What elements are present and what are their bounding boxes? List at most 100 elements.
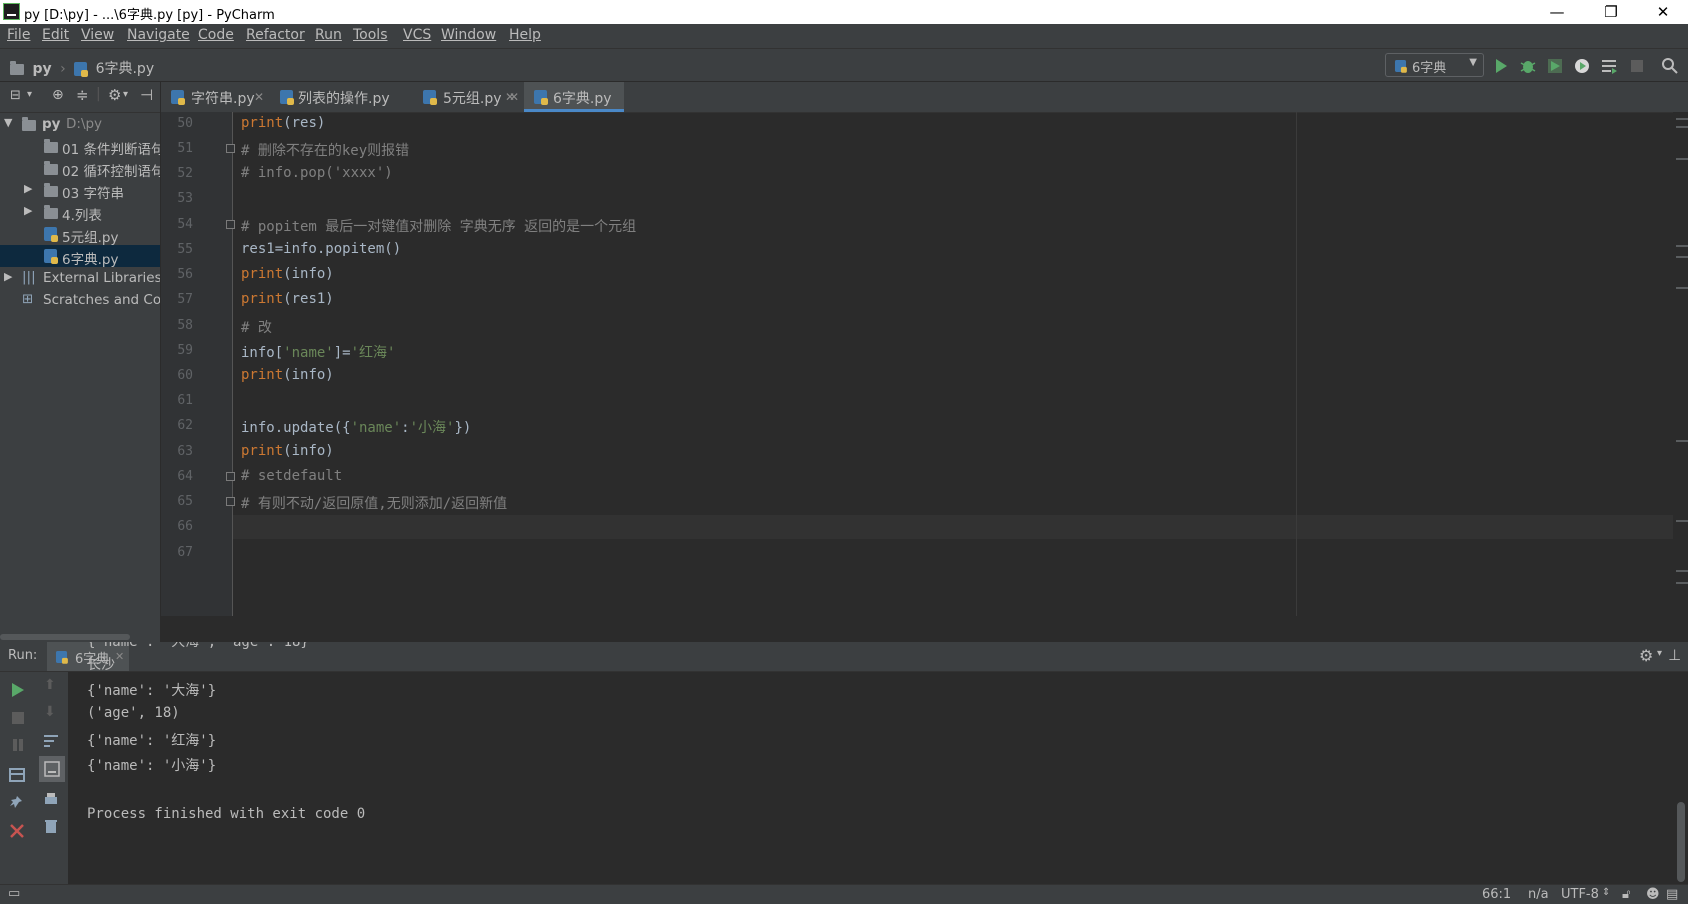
tab-strings[interactable]: 字符串.py ✕ [161, 82, 268, 112]
code-line[interactable]: # 有则不动/返回原值,无则添加/返回新值 [241, 493, 507, 513]
scroll-marker[interactable] [1676, 256, 1688, 258]
rerun-icon[interactable] [9, 681, 27, 699]
code-line[interactable]: print(info) [241, 367, 334, 383]
gear-icon[interactable]: ⚙ [1639, 646, 1653, 665]
menu-help[interactable]: Help [509, 27, 541, 43]
profile-icon[interactable] [1572, 56, 1592, 76]
coverage-icon[interactable] [1545, 56, 1565, 76]
collapsed-arrow-icon[interactable]: ▶ [24, 204, 32, 217]
scroll-to-end-button[interactable] [39, 756, 65, 782]
locate-icon[interactable]: ⊕ [52, 87, 64, 103]
scroll-marker[interactable] [1676, 245, 1688, 247]
pause-icon[interactable] [9, 736, 27, 754]
scroll-marker[interactable] [1676, 126, 1688, 128]
tree-item-scratches[interactable]: ⊞ Scratches and Consoles [0, 289, 160, 311]
hide-panel-icon[interactable]: ⊣ [140, 86, 153, 104]
stop-icon[interactable] [1627, 56, 1647, 76]
event-log-icon[interactable]: ▤ [1666, 887, 1678, 902]
search-icon[interactable] [1660, 56, 1680, 76]
fold-marker[interactable] [226, 472, 235, 481]
hide-panel-icon[interactable]: ⊥ [1668, 646, 1681, 664]
scroll-marker[interactable] [1676, 440, 1688, 442]
arrow-down-icon[interactable]: ⬇ [44, 704, 56, 720]
tree-item[interactable]: 01 条件判断语句 [0, 135, 160, 157]
lock-icon[interactable]: 🔓︎ [1622, 887, 1630, 902]
breadcrumb-file[interactable]: 6字典.py [96, 61, 155, 77]
tab-list-operations[interactable]: 列表的操作.py ✕ [274, 82, 519, 112]
code-line[interactable]: print(res) [241, 115, 325, 131]
scroll-marker[interactable] [1676, 118, 1688, 120]
file-encoding[interactable]: UTF-8 [1561, 887, 1599, 902]
gear-icon[interactable]: ⚙ [108, 86, 121, 104]
menu-vcs[interactable]: VCS [403, 27, 431, 43]
scroll-marker[interactable] [1676, 582, 1688, 584]
scroll-marker[interactable] [1676, 158, 1688, 160]
close-tab-icon[interactable]: ✕ [254, 90, 264, 104]
menu-tools[interactable]: Tools [353, 27, 388, 43]
collapsed-arrow-icon[interactable]: ▶ [24, 182, 32, 195]
tree-item[interactable]: ▶ 4.列表 [0, 201, 160, 223]
tool-windows-icon[interactable]: ▭ [8, 886, 20, 901]
code-line[interactable]: res1=info.popitem() [241, 241, 401, 257]
tree-item-external-libraries[interactable]: ▶ ||| External Libraries [0, 267, 160, 289]
soft-wrap-icon[interactable] [42, 732, 60, 750]
encoding-arrows-icon[interactable]: ⇕ [1602, 887, 1610, 898]
collapse-all-icon[interactable]: ≑ [76, 86, 89, 104]
tree-item[interactable]: 5元组.py [0, 223, 160, 245]
menu-refactor[interactable]: Refactor [246, 27, 305, 43]
tree-item-root[interactable]: ▼ py D:\py [0, 113, 160, 135]
menu-run[interactable]: Run [315, 27, 342, 43]
code-line[interactable]: info.update({'name':'小海'}) [241, 417, 471, 437]
editor-scrollbar[interactable] [1673, 112, 1688, 616]
debug-icon[interactable] [1518, 56, 1538, 76]
menu-edit[interactable]: Edit [42, 27, 69, 43]
print-icon[interactable] [42, 790, 60, 808]
menu-code[interactable]: Code [198, 27, 234, 43]
tab-tuple[interactable]: 5元组.py ✕ [417, 82, 517, 112]
fold-marker[interactable] [226, 497, 235, 506]
scroll-marker[interactable] [1676, 287, 1688, 289]
concurrency-icon[interactable] [1599, 56, 1619, 76]
collapsed-arrow-icon[interactable]: ▶ [4, 270, 12, 283]
console-scrollbar[interactable] [1677, 802, 1685, 882]
scrollbar-thumb[interactable] [0, 634, 130, 640]
menu-window[interactable]: Window [441, 27, 496, 43]
menu-navigate[interactable]: Navigate [127, 27, 190, 43]
tab-dict-active[interactable]: 6字典.py [524, 82, 624, 112]
dropdown-icon[interactable]: ▾ [1657, 648, 1662, 659]
code-line[interactable]: print(info) [241, 266, 334, 282]
scroll-marker[interactable] [1676, 520, 1688, 522]
minimize-icon[interactable]: — [1534, 0, 1580, 24]
code-line[interactable]: info['name']='红海' [241, 342, 395, 362]
tree-item[interactable]: ▶ 03 字符串 [0, 179, 160, 201]
breadcrumb-project[interactable]: py [32, 61, 51, 77]
close-tab-icon[interactable]: ✕ [505, 90, 515, 104]
run-configuration-select[interactable]: 6字典 ▼ [1385, 53, 1484, 77]
tree-item-selected[interactable]: 6字典.py [0, 245, 160, 267]
dropdown-icon[interactable]: ▾ [27, 89, 32, 100]
code-line[interactable]: print(info) [241, 443, 334, 459]
code-line[interactable]: # popitem 最后一对键值对删除 字典无序 返回的是一个元组 [241, 216, 636, 236]
project-view-icon[interactable]: ⊟ [10, 88, 21, 103]
layout-icon[interactable] [8, 766, 26, 784]
scroll-marker[interactable] [1676, 570, 1688, 572]
trash-icon[interactable] [42, 817, 60, 835]
menu-view[interactable]: View [81, 27, 114, 43]
close-icon[interactable]: ✕ [1640, 0, 1686, 24]
pin-icon[interactable] [8, 794, 26, 812]
menu-file[interactable]: File [7, 27, 30, 43]
restore-icon[interactable]: ❐ [1588, 0, 1634, 24]
fold-marker[interactable] [226, 220, 235, 229]
close-tab-icon[interactable]: ✕ [115, 650, 124, 663]
fold-marker[interactable] [226, 144, 235, 153]
run-icon[interactable] [1491, 56, 1511, 76]
code-line[interactable]: # 删除不存在的key则报错 [241, 140, 409, 160]
dropdown-icon[interactable]: ▾ [123, 89, 128, 100]
code-line[interactable]: print(res1) [241, 291, 334, 307]
caret-position[interactable]: 66:1 [1482, 887, 1511, 902]
expanded-arrow-icon[interactable]: ▼ [4, 116, 12, 129]
tree-item[interactable]: 02 循环控制语句 [0, 157, 160, 179]
inspector-icon[interactable]: ☻ [1646, 887, 1660, 902]
code-line[interactable]: # info.pop('xxxx') [241, 165, 393, 181]
code-line[interactable]: # setdefault [241, 468, 342, 484]
